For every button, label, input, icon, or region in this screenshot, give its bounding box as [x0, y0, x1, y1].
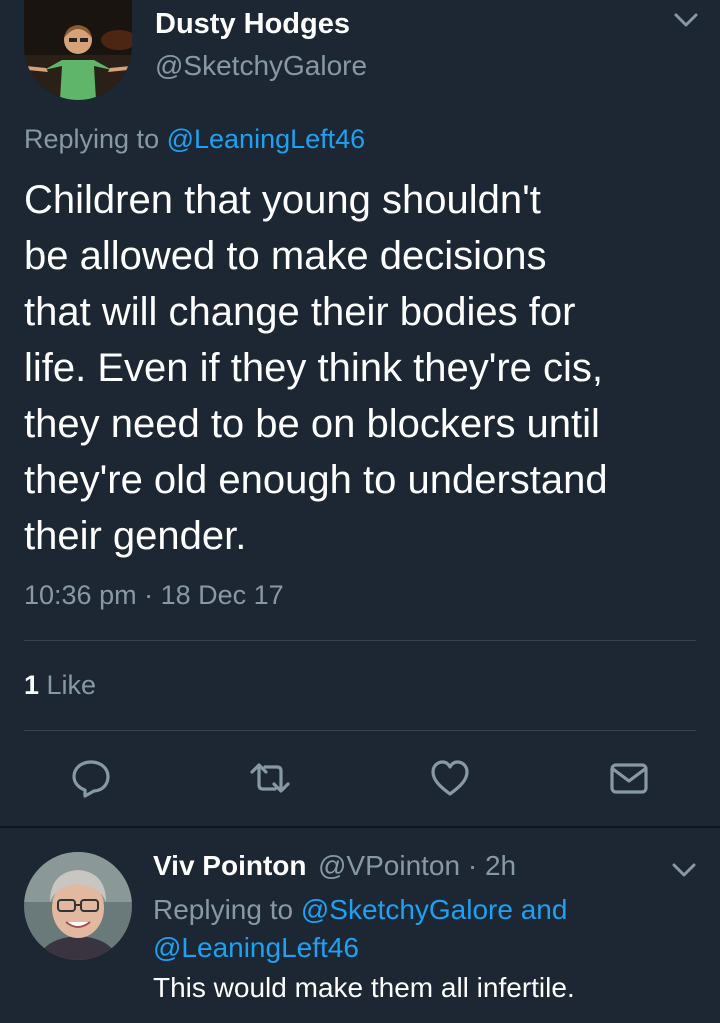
- tweet-text-line: they need to be on blockers until: [24, 402, 600, 446]
- tweet-text-line: they're old enough to understand: [24, 458, 608, 502]
- tweet-timestamp[interactable]: 10:36 pm · 18 Dec 17: [24, 580, 284, 611]
- like-count-number: 1: [24, 670, 40, 700]
- mention-link[interactable]: @SketchyGalore: [301, 894, 513, 925]
- divider: [24, 640, 696, 641]
- reply-replying-to-line: Replying to @SketchyGalore and: [153, 894, 567, 926]
- author-avatar[interactable]: [24, 0, 132, 100]
- reply-tweet-text: This would make them all infertile.: [153, 972, 575, 1003]
- like-count-label: Like: [39, 670, 97, 700]
- replying-to-prefix: Replying to: [24, 124, 167, 154]
- reply-time[interactable]: · 2h: [460, 850, 516, 881]
- reply-author-handle-line: @VPointon · 2h: [318, 850, 516, 882]
- chevron-down-icon[interactable]: [672, 10, 700, 30]
- retweet-icon[interactable]: [248, 756, 292, 800]
- divider: [24, 730, 696, 731]
- like-count[interactable]: 1 Like: [24, 670, 96, 701]
- tweet-text-line: life. Even if they think they're cis,: [24, 346, 604, 390]
- tweet-text: Children that young shouldn't be allowed…: [24, 172, 704, 564]
- replying-to-line: Replying to @LeaningLeft46: [24, 124, 365, 155]
- tweet-text-line: be allowed to make decisions: [24, 234, 547, 278]
- replying-to-prefix: Replying to: [153, 894, 301, 925]
- mention-and: and: [512, 894, 568, 925]
- tweet-text-line: that will change their bodies for: [24, 290, 576, 334]
- mention-link[interactable]: @LeaningLeft46: [167, 124, 366, 154]
- chevron-down-icon[interactable]: [670, 860, 698, 880]
- tweet-text-line: Children that young shouldn't: [24, 178, 541, 222]
- mention-link[interactable]: @LeaningLeft46: [153, 932, 359, 963]
- author-display-name[interactable]: Dusty Hodges: [155, 8, 350, 41]
- reply-author-handle[interactable]: @VPointon: [318, 850, 460, 881]
- main-tweet: Dusty Hodges @SketchyGalore Replying to …: [0, 0, 720, 826]
- reply-icon[interactable]: [69, 756, 113, 800]
- reply-author-avatar[interactable]: [24, 852, 132, 960]
- dm-icon[interactable]: [607, 756, 651, 800]
- tweet-text-line: their gender.: [24, 514, 247, 558]
- section-separator: [0, 826, 720, 828]
- like-icon[interactable]: [428, 756, 472, 800]
- author-handle[interactable]: @SketchyGalore: [155, 50, 367, 82]
- reply-author-display-name[interactable]: Viv Pointon: [153, 850, 307, 882]
- reply-replying-to-line-2: @LeaningLeft46: [153, 932, 359, 964]
